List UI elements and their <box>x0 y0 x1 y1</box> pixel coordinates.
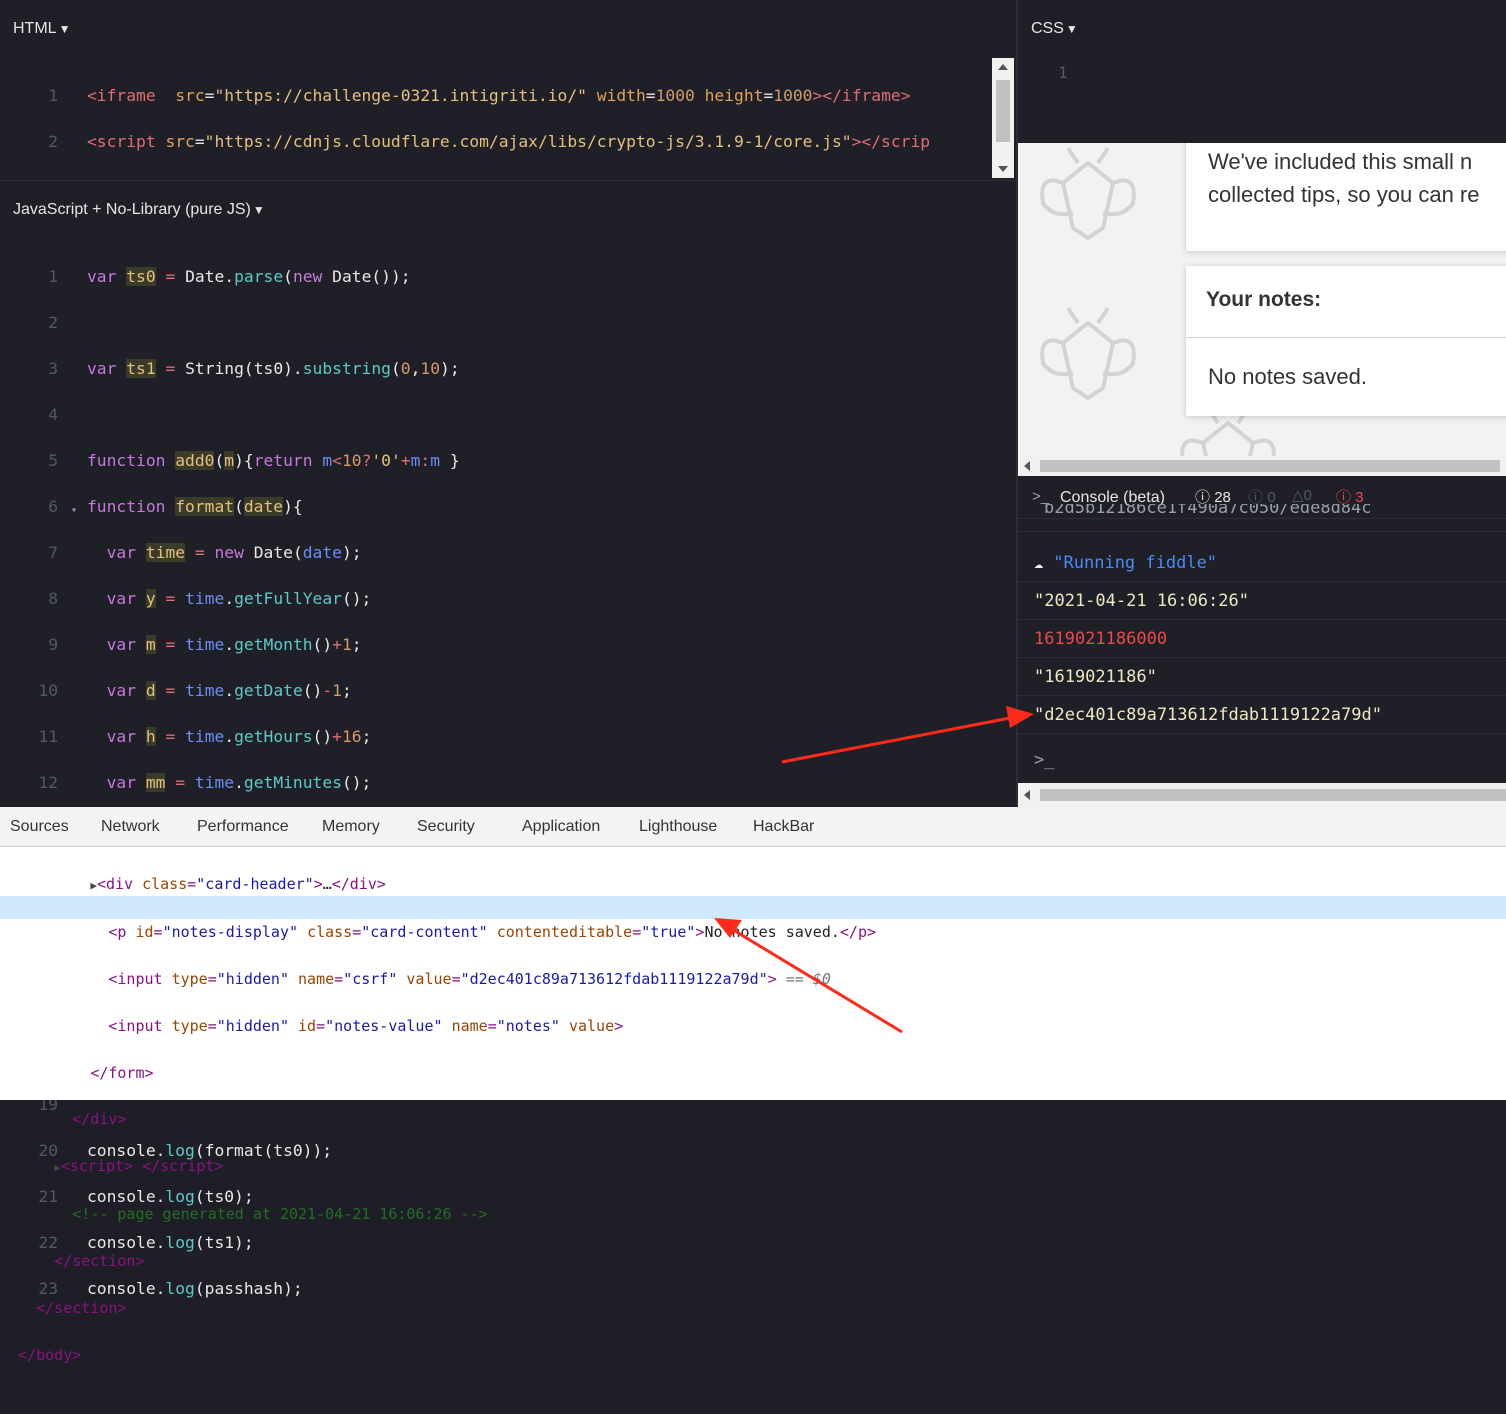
line-number: 8 <box>48 589 58 608</box>
dom-node[interactable]: </body> <box>0 1344 876 1367</box>
console-line-running: ☁ "Running fiddle" <box>1018 545 1506 582</box>
devtools-panel: Sources Network Performance Memory Secur… <box>0 807 1506 1364</box>
line-number: 1 <box>48 267 58 286</box>
line-number: 4 <box>48 405 58 424</box>
bee-logo-icon <box>1040 306 1136 401</box>
terminal-icon: >_ <box>1032 488 1050 505</box>
code-line: 2 <box>0 311 774 334</box>
html-panel-title[interactable]: HTML ▼ <box>13 20 70 38</box>
code-line: 12 var mm = time.getMinutes(); <box>0 771 774 794</box>
line-number: 12 <box>38 773 58 792</box>
tab-hackbar[interactable]: HackBar <box>753 818 814 836</box>
console-line-date: "2021-04-21 16:06:26" <box>1018 583 1506 620</box>
notes-content[interactable]: No notes saved. <box>1208 364 1367 390</box>
dom-node[interactable]: </form> <box>0 1062 876 1085</box>
code-line: 1 <iframe src="https://challenge-0321.int… <box>0 84 930 107</box>
caret-down-icon: ▼ <box>252 203 265 217</box>
line-number: 2 <box>48 313 58 332</box>
scrollbar-thumb[interactable] <box>1040 460 1500 472</box>
console-line-hash: "d2ec401c89a713612fdab1119122a79d" <box>1018 697 1506 734</box>
divider <box>1186 337 1506 338</box>
console-line-cut: b2d5b12186ce1f490a7c050/ede8d84c <box>1018 504 1506 532</box>
scroll-down-icon[interactable] <box>998 166 1008 172</box>
console-scrollbar[interactable] <box>1018 783 1506 807</box>
dom-node[interactable]: <!-- page generated at 2021-04-21 16:06:… <box>0 1203 876 1226</box>
scrollbar-thumb[interactable] <box>1040 789 1506 801</box>
line-number: 9 <box>48 635 58 654</box>
code-line: 9 var m = time.getMonth()+1; <box>0 633 774 656</box>
line-number: 1 <box>48 86 58 105</box>
code-line: 3 var ts1 = String(ts0).substring(0,10); <box>0 357 774 380</box>
css-editor-panel[interactable]: CSS ▼ 1 <box>1016 0 1506 143</box>
tab-sources[interactable]: Sources <box>10 818 69 836</box>
tab-network[interactable]: Network <box>101 818 160 836</box>
tab-lighthouse[interactable]: Lighthouse <box>639 818 717 836</box>
line-number: 10 <box>38 681 58 700</box>
tab-security[interactable]: Security <box>417 818 475 836</box>
code-line: 10 var d = time.getDate()-1; <box>0 679 774 702</box>
dom-node-selected[interactable]: <input type="hidden" name="csrf" value="… <box>0 968 876 991</box>
line-number: 1 <box>1058 63 1068 82</box>
tab-application[interactable]: Application <box>522 818 600 836</box>
info-text-line2: collected tips, so you can re <box>1208 182 1480 207</box>
code-line: 2 <script src="https://cdnjs.cloudflare.c… <box>0 130 930 153</box>
code-line: 8 var y = time.getFullYear(); <box>0 587 774 610</box>
console-input[interactable]: >_ <box>1018 742 1506 779</box>
line-number: 2 <box>48 132 58 151</box>
js-panel-title-label: JavaScript + No-Library (pure JS) <box>13 201 251 218</box>
alert-count-badge[interactable]: △0 <box>1292 486 1312 504</box>
js-panel-title[interactable]: JavaScript + No-Library (pure JS) ▼ <box>13 201 265 219</box>
dom-node[interactable]: </section> <box>0 1250 876 1273</box>
devtools-tab-bar: Sources Network Performance Memory Secur… <box>0 807 1506 847</box>
notes-header: Your notes: <box>1206 288 1322 311</box>
line-number: 7 <box>48 543 58 562</box>
dom-node[interactable]: <p id="notes-display" class="card-conten… <box>0 921 876 944</box>
code-line: 4 <box>0 403 774 426</box>
code-line: 5 function add0(m){return m<10?'0'+m:m } <box>0 449 774 472</box>
html-panel-title-label: HTML <box>13 20 57 37</box>
dom-node[interactable]: ▶<script>…</script> <box>0 1155 876 1179</box>
scrollbar-thumb[interactable] <box>996 80 1010 142</box>
caret-down-icon: ▼ <box>58 22 71 36</box>
bee-logo-icon <box>1040 146 1136 241</box>
line-number: 3 <box>48 359 58 378</box>
dom-node[interactable]: ▶<div class="card-header">…</div> <box>0 873 876 897</box>
cloud-icon: ☁ <box>1034 554 1044 572</box>
dom-node[interactable]: </section> <box>0 1297 876 1320</box>
js-editor-panel: JavaScript + No-Library (pure JS) ▼ 1 var … <box>0 181 1016 1298</box>
scroll-left-icon[interactable] <box>1024 461 1030 471</box>
console-line-ts1: "1619021186" <box>1018 659 1506 696</box>
notes-card: Your notes: No notes saved. <box>1186 266 1506 416</box>
caret-down-icon: ▼ <box>1065 22 1078 36</box>
info-card: We've included this small n collected ti… <box>1186 143 1506 251</box>
dom-tree[interactable]: ▶<div class="card-header">…</div> <p id=… <box>0 850 876 1414</box>
info-text-line1: We've included this small n <box>1208 149 1473 174</box>
result-panel: We've included this small n collected ti… <box>1016 143 1506 476</box>
code-line: 6 ▾ function format(date){ <box>0 495 774 518</box>
code-line: 1 var ts0 = Date.parse(new Date()); <box>0 265 774 288</box>
css-panel-title[interactable]: CSS ▼ <box>1031 20 1078 38</box>
tab-performance[interactable]: Performance <box>197 818 289 836</box>
console-panel: >_ Console (beta) ⓘ 28 ⓘ 0 △0 ⓘ 3 b2d5b1… <box>1016 476 1506 807</box>
html-scrollbar[interactable] <box>992 58 1014 178</box>
line-number: 11 <box>38 727 58 746</box>
scroll-left-icon[interactable] <box>1024 790 1030 800</box>
line-number: 5 <box>48 451 58 470</box>
scroll-up-icon[interactable] <box>998 64 1008 70</box>
code-line: 7 var time = new Date(date); <box>0 541 774 564</box>
dom-node[interactable]: </div> <box>0 1108 876 1131</box>
dom-node[interactable]: <input type="hidden" id="notes-value" na… <box>0 1015 876 1038</box>
code-line: 11 var h = time.getHours()+16; <box>0 725 774 748</box>
warning-triangle-icon: △ <box>1292 487 1304 504</box>
css-panel-title-label: CSS <box>1031 20 1064 37</box>
html-editor-panel: HTML ▼ 1 <iframe src="https://challenge-03… <box>0 0 1016 289</box>
tab-memory[interactable]: Memory <box>322 818 380 836</box>
result-scrollbar[interactable] <box>1018 456 1506 476</box>
console-line-ts0: 1619021186000 <box>1018 621 1506 658</box>
